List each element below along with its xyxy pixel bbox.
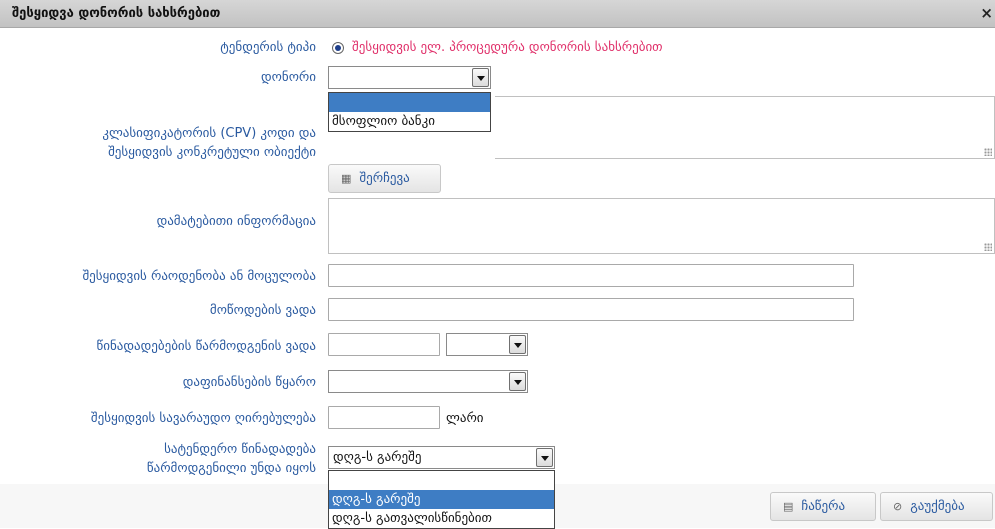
cpv-label-line2: შესყიდვის კონკრეტული ობიექტი [108,145,316,160]
standard-offer-option-empty[interactable] [329,471,554,490]
dialog-titlebar: შესყიდვა დონორის სახსრებით × [0,0,995,28]
donor-label: დონორი [261,70,316,85]
standard-offer-dropdown-list: დღგ-ს გარეშე დღგ-ს გათვალისწინებით [328,470,555,529]
standard-offer-select-value: დღგ-ს გარეშე [333,450,422,465]
save-icon: ▤ [783,500,794,513]
donor-option-empty[interactable] [329,93,490,112]
tender-type-value[interactable]: შესყიდვის ელ. პროცედურა დონორის სახსრები… [352,39,663,57]
additional-info-textarea[interactable] [328,198,995,254]
funding-source-label: დაფინანსების წყარო [182,375,316,390]
cancel-icon: ⊘ [893,500,903,513]
proposal-deadline-date-input[interactable] [328,333,440,356]
standard-offer-option-excl-vat[interactable]: დღგ-ს გარეშე [329,490,554,509]
delivery-term-label: მოწოდების ვადა [209,303,316,318]
currency-label: ლარი [446,411,484,426]
cancel-button[interactable]: ⊘ გაუქმება [880,492,993,521]
resize-grip-icon[interactable] [984,148,992,156]
standard-offer-label-line2: წარმოდგენილი უნდა იყოს [146,461,316,476]
additional-info-label: დამატებითი ინფორმაცია [156,214,316,229]
donor-option-world-bank[interactable]: მსოფლიო ბანკი [329,112,490,131]
save-button[interactable]: ▤ ჩაწერა [770,492,876,521]
cancel-button-label: გაუქმება [910,499,965,514]
close-icon[interactable]: × [980,4,993,22]
resize-grip-icon[interactable] [984,243,992,251]
tender-type-label: ტენდერის ტიპი [220,40,316,55]
funding-source-select[interactable] [328,370,528,393]
standard-offer-select[interactable]: დღგ-ს გარეშე [328,446,555,469]
proposal-deadline-label: წინადადებების წარმოდგენის ვადა [96,339,316,354]
chevron-down-icon[interactable] [509,335,526,354]
choose-cpv-button[interactable]: ▦ შერჩევა [328,164,441,193]
list-icon: ▦ [341,172,352,185]
estimated-value-label: შესყიდვის სავარაუდო ღირებულება [90,411,316,426]
dialog-title: შესყიდვა დონორის სახსრებით [12,6,221,21]
tender-type-radio[interactable] [332,42,344,54]
donor-select[interactable] [328,66,491,89]
chevron-down-icon[interactable] [509,372,526,391]
cpv-textarea[interactable] [495,96,995,159]
donor-dropdown-list: მსოფლიო ბანკი [328,92,491,132]
standard-offer-option-incl-vat[interactable]: დღგ-ს გათვალისწინებით [329,509,554,528]
delivery-term-input[interactable] [328,298,854,321]
chevron-down-icon[interactable] [536,448,553,467]
quantity-input[interactable] [328,264,854,287]
standard-offer-label-line1: სატენდერო წინადადება [164,442,316,457]
cpv-label-line1: კლასიფიკატორის (CPV) კოდი და [102,126,316,141]
chevron-down-icon[interactable] [472,68,489,87]
estimated-value-input[interactable] [328,406,440,429]
choose-cpv-button-label: შერჩევა [359,171,410,186]
proposal-deadline-time-select[interactable] [446,333,528,356]
quantity-label: შესყიდვის რაოდენობა ან მოცულობა [82,269,316,284]
save-button-label: ჩაწერა [801,499,846,514]
